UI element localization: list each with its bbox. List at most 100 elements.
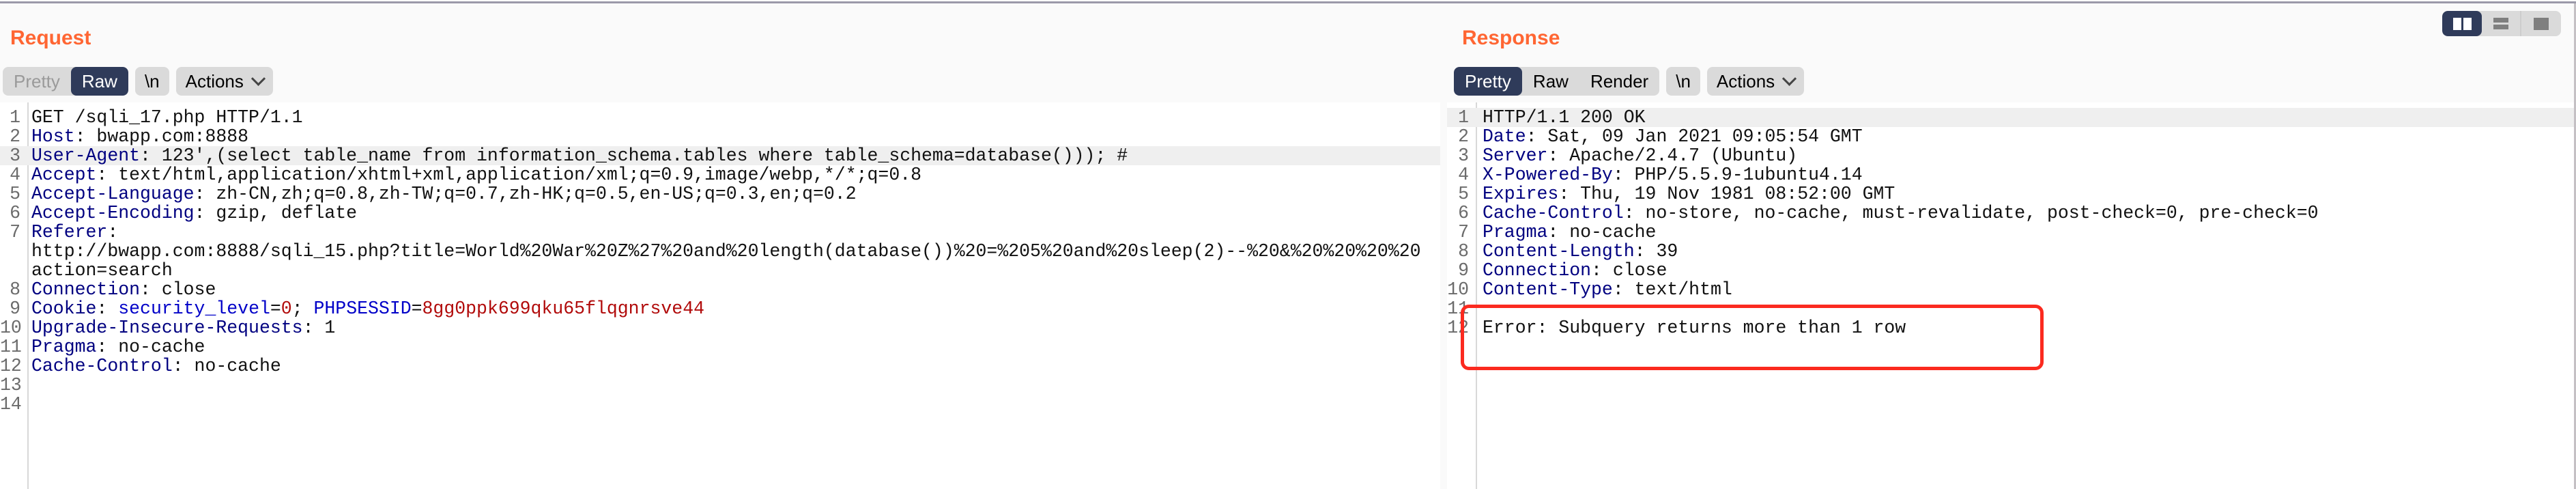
header-name: Accept-Encoding (31, 203, 195, 223)
header-colon: : (1591, 260, 1602, 281)
error-highlight-annotation (1461, 305, 2044, 370)
header-value: Thu, 19 Nov 1981 08:52:00 GMT (1569, 184, 1895, 204)
code-line[interactable]: 11 Pragma: no-cache (0, 337, 1440, 357)
line-content: Host: bwapp.com:8888 (31, 127, 248, 146)
response-newline-toggle[interactable]: \n (1666, 67, 1700, 96)
header-name: Cookie (31, 298, 97, 319)
header-value: Sat, 09 Jan 2021 09:05:54 GMT (1536, 126, 1863, 147)
line-number: 11 (0, 337, 22, 357)
code-line[interactable]: 3 Server: Apache/2.4.7 (Ubuntu) (1447, 146, 2574, 165)
code-line[interactable]: 14 (0, 395, 1440, 414)
line-text: http://bwapp.com:8888/sqli_15.php?title=… (31, 241, 1421, 262)
line-content: Cache-Control: no-store, no-cache, must-… (1483, 204, 2319, 223)
response-code[interactable]: 1 HTTP/1.1 200 OK 2 Date: Sat, 09 Jan 2021 … (1447, 108, 2574, 337)
line-content: http://bwapp.com:8888/sqli_15.php?title=… (31, 242, 1421, 261)
code-line[interactable]: 10 Content-Type: text/html (1447, 280, 2574, 299)
header-colon: : (1526, 126, 1537, 147)
line-number: 10 (1447, 279, 1469, 300)
response-title: Response (1462, 27, 1560, 49)
header-name: X-Powered-By (1483, 165, 1613, 185)
code-line[interactable]: 6 Accept-Encoding: gzip, deflate (0, 204, 1440, 223)
code-line[interactable]: 8 Connection: close (0, 280, 1440, 299)
line-number: 9 (1458, 260, 1469, 281)
code-line[interactable]: 3 User-Agent: 123',(select table_name fro… (0, 146, 1440, 165)
response-actions-button[interactable]: Actions (1706, 67, 1805, 96)
line-content: Accept-Encoding: gzip, deflate (31, 204, 357, 223)
line-content: User-Agent: 123',(select table_name from… (31, 146, 1128, 165)
code-line[interactable]: 7 Referer: (0, 223, 1440, 242)
line-content: Upgrade-Insecure-Requests: 1 (31, 318, 335, 337)
header-name: Pragma (31, 337, 97, 357)
cookie-separator: ; (291, 298, 303, 319)
header-name: User-Agent (31, 145, 141, 166)
header-name: Cache-Control (1483, 203, 1624, 223)
header-value: 39 (1645, 241, 1678, 262)
response-tab-raw[interactable]: Raw (1522, 67, 1579, 96)
request-title: Request (10, 27, 91, 49)
header-value: 123',(select table_name from information… (150, 145, 1128, 166)
header-value: close (1601, 260, 1668, 281)
header-colon: : (1547, 222, 1559, 242)
code-line[interactable]: 2 Host: bwapp.com:8888 (0, 127, 1440, 146)
header-colon: : (96, 337, 108, 357)
header-colon: : (302, 318, 314, 338)
code-line[interactable]: 5 Expires: Thu, 19 Nov 1981 08:52:00 GMT (1447, 184, 2574, 204)
line-content: HTTP/1.1 200 OK (1483, 108, 1646, 127)
header-name: Accept (31, 165, 97, 185)
response-tab-pretty[interactable]: Pretty (1454, 67, 1522, 96)
request-toolbar: Pretty Raw \n Actions (3, 67, 273, 96)
code-line[interactable]: 9 Cookie: security_level=0; PHPSESSID=8gg… (0, 299, 1440, 318)
code-line[interactable]: 6 Cache-Control: no-store, no-cache, must… (1447, 204, 2574, 223)
cookie-name: security_level (118, 298, 270, 319)
header-value: 1 (313, 318, 336, 338)
code-line[interactable]: 8 Content-Length: 39 (1447, 242, 2574, 261)
code-line[interactable]: 10 Upgrade-Insecure-Requests: 1 (0, 318, 1440, 337)
line-content: Connection: close (31, 280, 216, 299)
code-line[interactable]: 13 (0, 376, 1440, 395)
header-value: close (150, 279, 216, 300)
line-number: 1 (10, 107, 20, 128)
request-newline-toggle[interactable]: \n (134, 67, 169, 96)
response-tab-render[interactable]: Render (1579, 67, 1659, 96)
line-number: 14 (0, 394, 22, 415)
response-panel: Response Pretty Raw Render \n Actions 1H… (1447, 3, 2574, 489)
request-actions-button[interactable]: Actions (175, 67, 273, 96)
header-name: Host (31, 126, 75, 147)
header-value: text/html (1623, 279, 1732, 300)
header-colon: : (1612, 165, 1624, 185)
header-colon: : (194, 184, 205, 204)
code-line[interactable]: http://bwapp.com:8888/sqli_15.php?title=… (0, 242, 1440, 261)
header-colon: : (96, 298, 108, 319)
request-tab-pretty[interactable]: Pretty (3, 67, 71, 96)
chevron-down-icon (251, 71, 266, 86)
header-name: Connection (1483, 260, 1592, 281)
line-content: Referer: (31, 223, 118, 242)
code-line[interactable]: 1 HTTP/1.1 200 OK (1447, 108, 2574, 127)
request-code[interactable]: 1 GET /sqli_17.php HTTP/1.1 2 Host: bwapp.c… (0, 108, 1440, 414)
line-number: 7 (1458, 222, 1469, 242)
code-line[interactable]: 5 Accept-Language: zh-CN,zh;q=0.8,zh-TW;q… (0, 184, 1440, 204)
request-tab-raw[interactable]: Raw (70, 67, 128, 96)
response-toolbar: Pretty Raw Render \n Actions (1454, 67, 1805, 96)
code-line[interactable]: 4 X-Powered-By: PHP/5.5.9-1ubuntu4.14 (1447, 165, 2574, 184)
code-line[interactable]: 1 GET /sqli_17.php HTTP/1.1 (0, 108, 1440, 127)
request-editor[interactable]: 1 GET /sqli_17.php HTTP/1.1 2 Host: bwapp.c… (0, 102, 1440, 489)
code-line[interactable]: 7 Pragma: no-cache (1447, 223, 2574, 242)
code-line[interactable]: 4 Accept: text/html,application/xhtml+xml… (0, 165, 1440, 184)
code-line[interactable]: 12 Cache-Control: no-cache (0, 357, 1440, 376)
code-line[interactable]: 2 Date: Sat, 09 Jan 2021 09:05:54 GMT (1447, 127, 2574, 146)
header-colon: : (74, 126, 86, 147)
header-colon: : (1612, 279, 1624, 300)
request-view-tabs: Pretty Raw (3, 67, 128, 96)
line-number: 12 (0, 356, 22, 376)
response-editor[interactable]: 1 HTTP/1.1 200 OK 2 Date: Sat, 09 Jan 2021 … (1447, 102, 2574, 489)
code-line[interactable]: 9 Connection: close (1447, 261, 2574, 280)
code-line[interactable]: action=search (0, 261, 1440, 280)
header-value: no-cache (107, 337, 205, 357)
request-panel: Request Pretty Raw \n Actions 1 GET /sqli… (0, 3, 1440, 489)
line-content: Expires: Thu, 19 Nov 1981 08:52:00 GMT (1483, 184, 1895, 204)
header-colon: : (1634, 241, 1646, 262)
line-number: 9 (10, 298, 20, 319)
header-colon: : (194, 203, 205, 223)
